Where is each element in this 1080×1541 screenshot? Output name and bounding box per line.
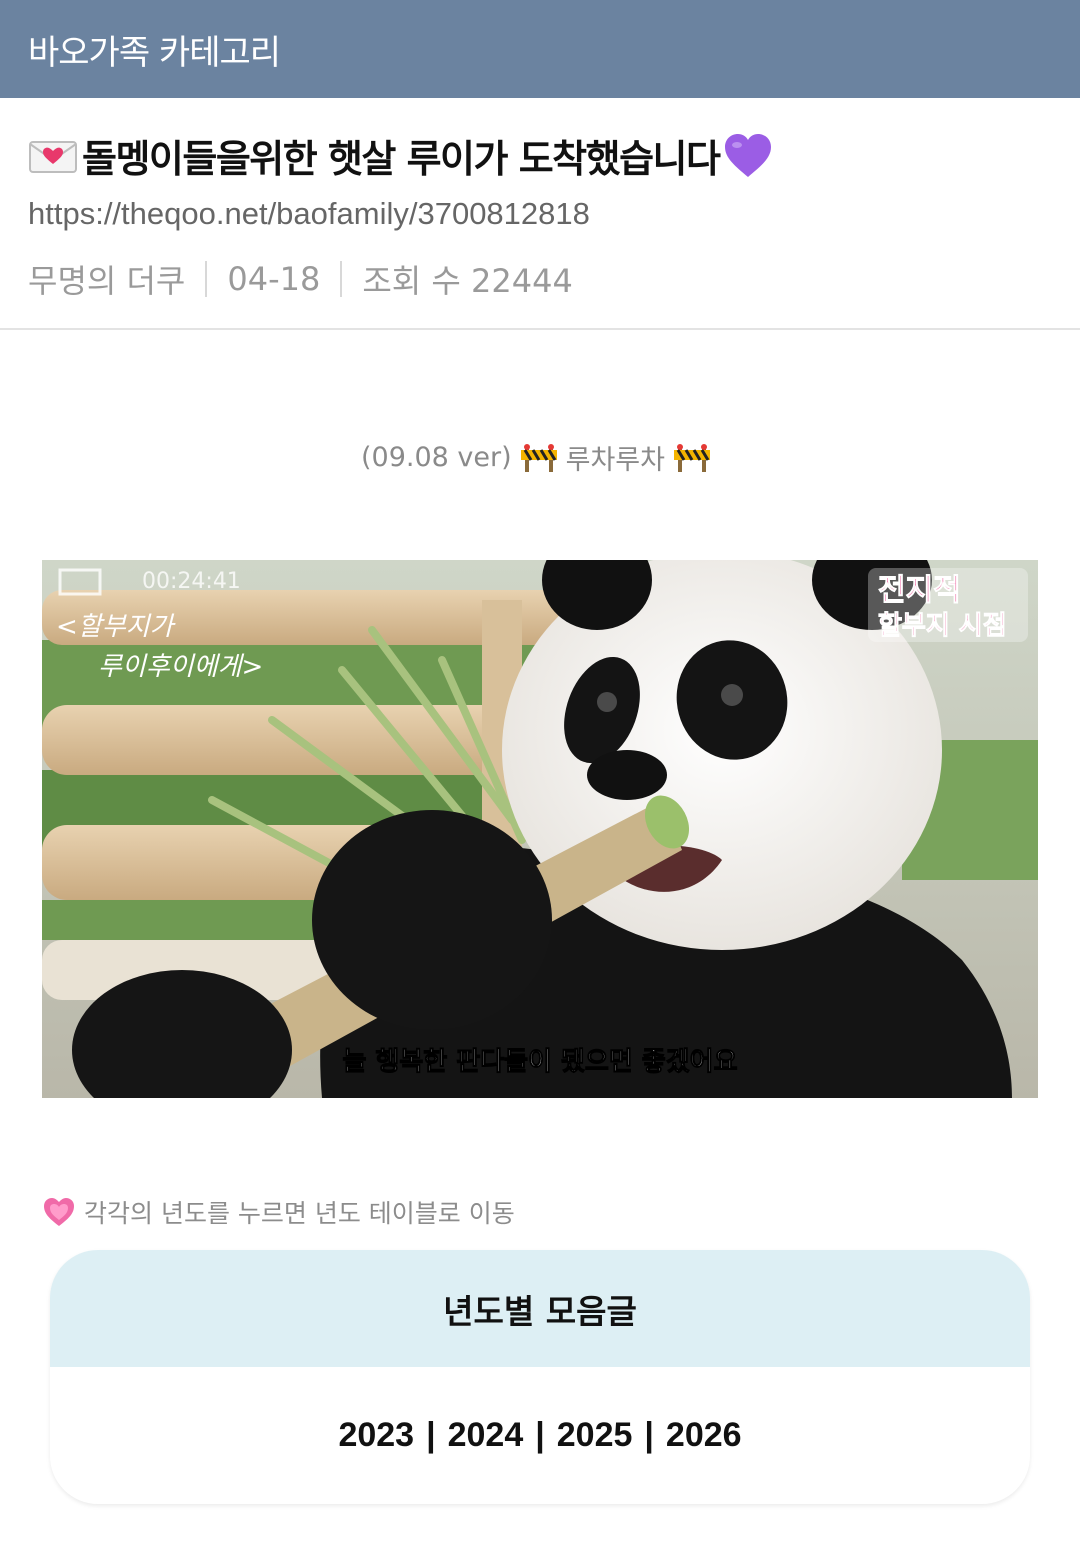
year-hint: 각각의 년도를 누르면 년도 테이블로 이동	[42, 1194, 515, 1230]
year-table: 년도별 모음글 2023 | 2024 | 2025 | 2026	[50, 1250, 1030, 1504]
post-url[interactable]: https://theqoo.net/baofamily/3700812818	[28, 196, 590, 232]
post-date: 04-18	[227, 260, 321, 298]
post-header: 돌멩이들을위한 햇살 루이가 도착했습니다 https://theqoo.net…	[0, 98, 1080, 330]
year-links: 2023 | 2024 | 2025 | 2026	[50, 1367, 1030, 1504]
year-separator: |	[535, 1416, 545, 1454]
panda-photo[interactable]: 00:24:41 <할부지가 루이후이에게> 전지적 할부지 시점 늘 행복한 …	[42, 560, 1038, 1098]
year-link-2024[interactable]: 2024	[448, 1416, 524, 1455]
post-title-text: 돌멩이들을위한 햇살 루이가 도착했습니다	[82, 137, 721, 181]
meta-divider	[340, 261, 343, 297]
handwriting-line2: 루이후이에게>	[98, 652, 263, 682]
construction-barrier-icon	[673, 443, 711, 472]
video-caption: 늘 행복한 판다들이 됐으면 좋겠어요	[342, 1047, 737, 1077]
version-line: (09.08 ver) 루차루차	[0, 438, 1080, 477]
year-link-2023[interactable]: 2023	[338, 1416, 414, 1455]
post-title-row: 돌멩이들을위한 햇살 루이가 도착했습니다	[28, 128, 773, 183]
meta-divider	[205, 261, 208, 297]
watermark-line2: 할부지 시점	[878, 611, 1007, 641]
construction-barrier-icon	[520, 443, 558, 472]
year-separator: |	[426, 1416, 436, 1454]
year-link-2025[interactable]: 2025	[557, 1416, 633, 1455]
year-hint-text: 각각의 년도를 누르면 년도 테이블로 이동	[84, 1199, 515, 1228]
category-title[interactable]: 바오가족 카테고리	[28, 25, 281, 74]
post-meta: 무명의 더쿠 04-18 조회 수 22444	[28, 256, 573, 302]
year-table-heading: 년도별 모음글	[50, 1250, 1030, 1367]
watermark-line1: 전지적	[878, 573, 961, 608]
year-link-2026[interactable]: 2026	[666, 1416, 742, 1455]
year-separator: |	[644, 1416, 654, 1454]
post-author: 무명의 더쿠	[28, 262, 186, 300]
version-text: 루차루차	[565, 445, 665, 476]
purple-heart-icon	[723, 133, 773, 179]
video-timestamp: 00:24:41	[142, 569, 241, 594]
post-views: 조회 수 22444	[362, 262, 573, 300]
sparkling-heart-icon	[42, 1196, 76, 1228]
category-header: 바오가족 카테고리	[0, 0, 1080, 98]
love-letter-icon	[28, 136, 78, 176]
version-prefix: (09.08 ver)	[360, 442, 512, 473]
handwriting-line1: <할부지가	[56, 612, 177, 642]
